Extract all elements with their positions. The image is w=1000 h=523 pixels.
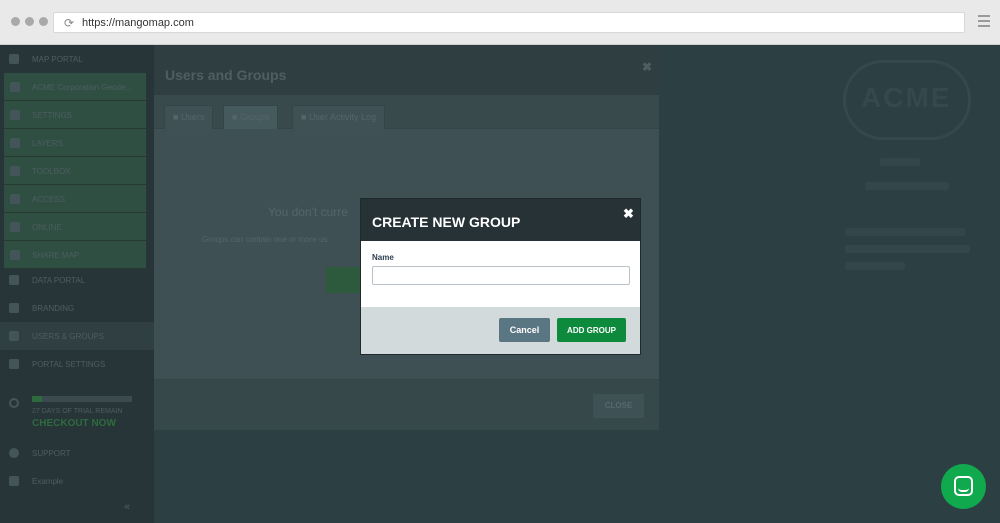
- toolbox-icon: [10, 166, 20, 176]
- chat-launcher[interactable]: [941, 464, 986, 509]
- window-controls[interactable]: [11, 17, 48, 26]
- cancel-button[interactable]: Cancel: [499, 318, 550, 342]
- globe-icon: [9, 54, 19, 64]
- ghost-text: [845, 228, 965, 236]
- sidebar-item-online[interactable]: ONLINE: [4, 213, 146, 241]
- url-text: https://mangomap.com: [82, 17, 194, 29]
- users-icon: ■: [232, 112, 240, 122]
- users-icon: [9, 331, 19, 341]
- help-icon: [9, 448, 19, 458]
- user-icon: ■: [173, 112, 181, 122]
- sidebar-item-branding[interactable]: BRANDING: [0, 294, 154, 322]
- add-group-button[interactable]: ADD GROUP: [557, 318, 626, 342]
- trial-status: 27 DAYS OF TRIAL REMAIN CHECKOUT NOW: [0, 390, 154, 435]
- close-icon[interactable]: ✖: [623, 206, 634, 222]
- map-icon: [10, 82, 20, 92]
- sidebar-item-map-portal[interactable]: MAP PORTAL: [0, 45, 154, 73]
- trial-days-text: 27 DAYS OF TRIAL REMAIN: [32, 408, 123, 415]
- reload-icon[interactable]: ⟳: [64, 16, 74, 30]
- close-button[interactable]: CLOSE: [593, 394, 644, 418]
- tab-users[interactable]: ■ Users: [164, 105, 214, 129]
- layers-icon: [10, 138, 20, 148]
- checkout-now-link[interactable]: CHECKOUT NOW: [32, 418, 116, 429]
- sidebar-item-portal-settings[interactable]: PORTAL SETTINGS: [0, 350, 154, 378]
- modal-footer: CLOSE: [154, 379, 659, 430]
- address-bar[interactable]: ⟳ https://mangomap.com: [53, 12, 965, 33]
- dialog-title: CREATE NEW GROUP: [372, 214, 521, 230]
- sidebar-item-support[interactable]: SUPPORT: [0, 439, 154, 467]
- sidebar-item-map-name[interactable]: ACME Corporation Geode...: [4, 73, 146, 101]
- acme-logo-text: ACME: [861, 82, 952, 113]
- sidebar: MAP PORTAL ACME Corporation Geode... SET…: [0, 45, 154, 523]
- tab-groups[interactable]: ■ Groups: [223, 105, 279, 129]
- modal-header: Users and Groups ✖: [154, 45, 659, 95]
- ghost-text: [845, 245, 970, 253]
- browser-menu-icon[interactable]: [978, 15, 990, 27]
- gear-icon: [10, 110, 20, 120]
- empty-state-title: You don't curre: [268, 205, 348, 219]
- empty-state-text: Groups can contain one or more us: [202, 235, 328, 244]
- lock-icon: [10, 194, 20, 204]
- clock-icon: [9, 398, 19, 408]
- sidebar-item-access[interactable]: ACCESS: [4, 185, 146, 213]
- sidebar-item-toolbox[interactable]: TOOLBOX: [4, 157, 146, 185]
- trial-progress-bar: [32, 396, 132, 402]
- modal-title: Users and Groups: [165, 67, 287, 83]
- sidebar-item-share-map[interactable]: SHARE MAP: [4, 241, 146, 269]
- sidebar-item-layers[interactable]: LAYERS: [4, 129, 146, 157]
- modal-tabs: ■ Users ■ Groups ■ User Activity Log: [154, 95, 659, 129]
- tab-user-activity-log[interactable]: ■ User Activity Log: [292, 105, 385, 129]
- group-name-input[interactable]: [372, 266, 630, 285]
- dialog-header: CREATE NEW GROUP ✖: [361, 199, 640, 241]
- palette-icon: [9, 303, 19, 313]
- sidebar-item-user[interactable]: Example: [0, 467, 154, 495]
- ghost-text: [845, 262, 905, 270]
- share-icon: [10, 250, 20, 260]
- sidebar-item-settings[interactable]: SETTINGS: [4, 101, 146, 129]
- user-icon: [9, 476, 19, 486]
- dialog-footer: Cancel ADD GROUP: [361, 307, 640, 354]
- close-icon[interactable]: ✖: [642, 60, 652, 74]
- sidebar-item-data-portal[interactable]: DATA PORTAL: [0, 266, 154, 294]
- sidebar-item-users-groups[interactable]: USERS & GROUPS: [0, 322, 154, 350]
- name-label: Name: [372, 253, 394, 262]
- ghost-text: [880, 158, 920, 166]
- create-group-dialog: CREATE NEW GROUP ✖ Name Cancel ADD GROUP: [360, 198, 641, 355]
- monitor-icon: [9, 359, 19, 369]
- browser-toolbar: ⟳ https://mangomap.com: [0, 0, 1000, 45]
- ghost-text: [865, 182, 949, 190]
- toggle-icon: [10, 222, 20, 232]
- database-icon: [9, 275, 19, 285]
- chat-icon: [954, 476, 973, 496]
- collapse-sidebar-icon[interactable]: «: [124, 501, 130, 513]
- file-icon: ■: [301, 112, 309, 122]
